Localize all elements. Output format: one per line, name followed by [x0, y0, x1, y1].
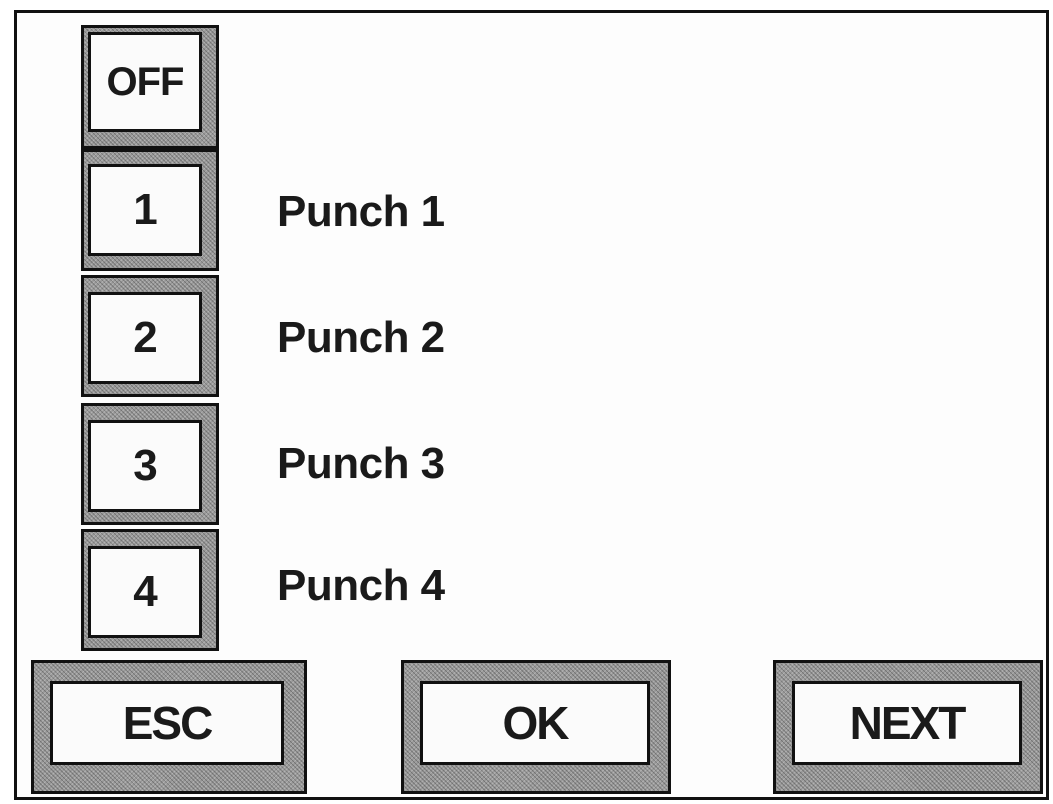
punch-4-key-label: 4: [88, 546, 202, 638]
punch-4-key[interactable]: 4: [81, 529, 219, 651]
punch-3-key-label: 3: [88, 420, 202, 512]
punch-2-key[interactable]: 2: [81, 275, 219, 397]
punch-1-label: Punch 1: [277, 187, 445, 236]
next-button[interactable]: NEXT: [773, 660, 1043, 794]
esc-button[interactable]: ESC: [31, 660, 307, 794]
punch-1-key[interactable]: 1: [81, 149, 219, 271]
punch-2-label: Punch 2: [277, 313, 445, 362]
punch-2-key-label: 2: [88, 292, 202, 384]
punch-3-key[interactable]: 3: [81, 403, 219, 525]
control-panel-screen: OFF 1 Punch 1 2 Punch 2 3 Punch 3 4 Punc…: [14, 10, 1049, 800]
next-button-label: NEXT: [792, 681, 1022, 765]
ok-button-label: OK: [420, 681, 650, 765]
esc-button-label: ESC: [50, 681, 284, 765]
off-key-label: OFF: [88, 32, 202, 132]
off-key[interactable]: OFF: [81, 25, 219, 149]
punch-4-label: Punch 4: [277, 561, 445, 610]
ok-button[interactable]: OK: [401, 660, 671, 794]
punch-3-label: Punch 3: [277, 439, 445, 488]
punch-1-key-label: 1: [88, 164, 202, 256]
